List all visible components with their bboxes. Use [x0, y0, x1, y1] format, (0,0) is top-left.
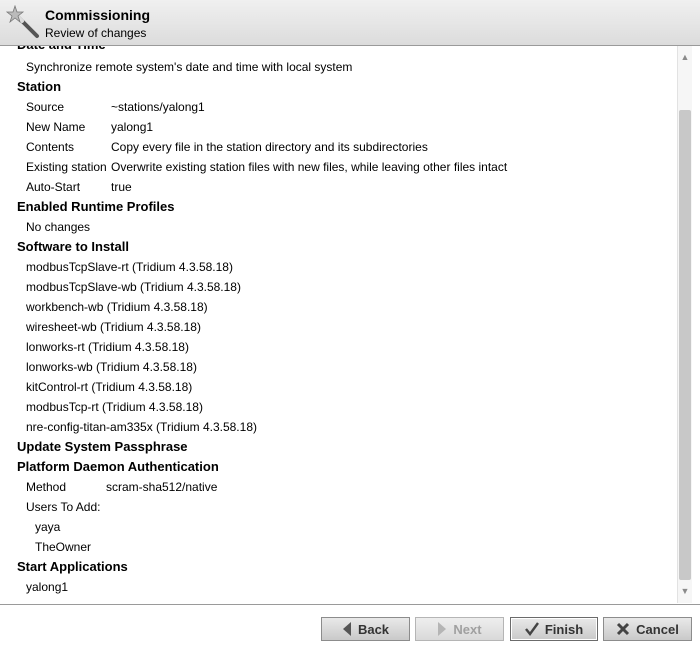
- section-passphrase: Update System Passphrase: [17, 439, 188, 454]
- software-item: workbench-wb (Tridium 4.3.58.18): [26, 300, 208, 314]
- arrow-left-icon: [342, 622, 352, 636]
- checkmark-icon: [524, 622, 539, 636]
- section-software: Software to Install: [17, 239, 129, 254]
- station-value-contents: Copy every file in the station directory…: [111, 140, 428, 154]
- software-item: lonworks-rt (Tridium 4.3.58.18): [26, 340, 189, 354]
- station-key-contents: Contents: [26, 140, 75, 154]
- cancel-button-label: Cancel: [636, 621, 679, 637]
- daemon-key-users: Users To Add:: [26, 500, 101, 514]
- station-value-existing: Overwrite existing station files with ne…: [111, 160, 508, 174]
- software-item: kitControl-rt (Tridium 4.3.58.18): [26, 380, 193, 394]
- finish-button-label: Finish: [544, 621, 584, 637]
- scrollbar-thumb[interactable]: [679, 110, 691, 580]
- scroll-up-arrow-icon[interactable]: ▲: [680, 52, 690, 62]
- back-button[interactable]: Back: [321, 617, 410, 641]
- scroll-down-arrow-icon[interactable]: ▼: [680, 586, 690, 596]
- daemon-user: TheOwner: [35, 540, 92, 554]
- profiles-text: No changes: [26, 220, 91, 234]
- software-item: modbusTcpSlave-rt (Tridium 4.3.58.18): [26, 260, 233, 274]
- section-daemon-auth: Platform Daemon Authentication: [17, 459, 219, 474]
- daemon-user: yaya: [35, 520, 61, 534]
- app-item: yalong1: [26, 580, 69, 594]
- section-runtime-profiles: Enabled Runtime Profiles: [17, 199, 175, 214]
- section-date-time: Date and Time: [17, 46, 106, 55]
- station-value-auto-start: true: [111, 180, 132, 194]
- software-item: nre-config-titan-am335x (Tridium 4.3.58.…: [26, 420, 257, 434]
- back-button-label: Back: [357, 621, 390, 637]
- finish-button[interactable]: Finish: [510, 617, 598, 641]
- software-item: modbusTcp-rt (Tridium 4.3.58.18): [26, 400, 203, 414]
- next-button-label: Next: [453, 621, 482, 637]
- station-key-source: Source: [26, 100, 65, 114]
- daemon-key-method: Method: [26, 480, 67, 494]
- software-item: lonworks-wb (Tridium 4.3.58.18): [26, 360, 197, 374]
- daemon-value-method: scram-sha512/native: [106, 480, 218, 494]
- review-content[interactable]: Date and Time Synchronize remote system'…: [0, 46, 677, 603]
- wizard-header: Commissioning Review of changes: [0, 0, 700, 46]
- station-value-new-name: yalong1: [111, 120, 154, 134]
- next-button[interactable]: Next: [415, 617, 504, 641]
- station-key-new-name: New Name: [26, 120, 86, 134]
- wizard-title: Commissioning: [45, 7, 151, 23]
- arrow-right-icon: [437, 622, 447, 636]
- cancel-button[interactable]: Cancel: [603, 617, 692, 641]
- section-start-apps: Start Applications: [17, 559, 128, 574]
- software-item: modbusTcpSlave-wb (Tridium 4.3.58.18): [26, 280, 241, 294]
- date-time-description: Synchronize remote system's date and tim…: [26, 60, 353, 74]
- station-value-source: ~stations/yalong1: [111, 100, 205, 114]
- wizard-subtitle: Review of changes: [45, 26, 147, 40]
- section-station: Station: [17, 79, 62, 94]
- software-item: wiresheet-wb (Tridium 4.3.58.18): [26, 320, 201, 334]
- station-key-auto-start: Auto-Start: [26, 180, 81, 194]
- footer-divider: [0, 604, 700, 605]
- station-key-existing: Existing station: [26, 160, 107, 174]
- magic-wand-icon: [6, 5, 39, 38]
- close-icon: [616, 622, 630, 636]
